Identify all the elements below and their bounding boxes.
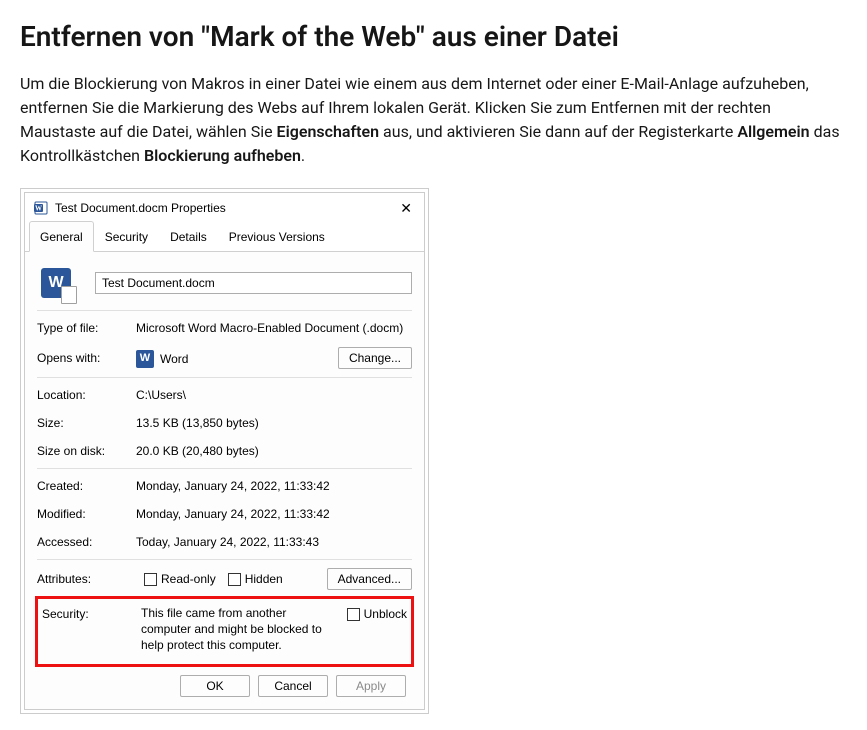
label-created: Created: [37, 477, 132, 495]
tab-body-general: W Type of file: Microsoft Word Macro-Ena… [25, 252, 424, 709]
properties-dialog-screenshot: W Test Document.docm Properties ✕ Genera… [20, 188, 429, 714]
dialog-title: Test Document.docm Properties [55, 199, 396, 217]
advanced-button[interactable]: Advanced... [327, 568, 412, 590]
tab-security[interactable]: Security [94, 221, 159, 252]
word-doc-icon: W [33, 200, 49, 216]
intro-text-b: aus, und aktivieren Sie dann auf der Reg… [379, 122, 737, 141]
value-created: Monday, January 24, 2022, 11:33:42 [136, 477, 412, 495]
properties-dialog: W Test Document.docm Properties ✕ Genera… [24, 192, 425, 710]
intro-text-d: . [301, 146, 305, 165]
value-size: 13.5 KB (13,850 bytes) [136, 414, 412, 432]
label-opens-with: Opens with: [37, 349, 132, 367]
tab-details[interactable]: Details [159, 221, 218, 252]
page-heading: Entfernen von "Mark of the Web" aus eine… [20, 16, 847, 58]
change-button[interactable]: Change... [338, 347, 412, 369]
separator [37, 310, 412, 311]
intro-bold-blockierung: Blockierung aufheben [144, 146, 301, 165]
label-security: Security: [42, 605, 137, 623]
security-highlight-box: Security: This file came from another co… [35, 596, 414, 667]
value-modified: Monday, January 24, 2022, 11:33:42 [136, 505, 412, 523]
checkbox-icon [144, 573, 157, 586]
intro-bold-eigenschaften: Eigenschaften [277, 122, 380, 141]
intro-bold-allgemein: Allgemein [737, 122, 809, 141]
filename-input[interactable] [95, 272, 412, 294]
unblock-checkbox[interactable]: Unblock [347, 605, 407, 623]
opens-with-app-name: Word [160, 350, 188, 368]
close-icon[interactable]: ✕ [396, 201, 416, 215]
readonly-checkbox[interactable]: Read-only [144, 570, 216, 588]
label-modified: Modified: [37, 505, 132, 523]
value-accessed: Today, January 24, 2022, 11:33:43 [136, 533, 412, 551]
tab-previous-versions[interactable]: Previous Versions [218, 221, 336, 252]
value-type-of-file: Microsoft Word Macro-Enabled Document (.… [136, 319, 412, 337]
intro-paragraph: Um die Blockierung von Makros in einer D… [20, 72, 840, 168]
file-type-icon: W [37, 264, 75, 302]
hidden-label: Hidden [245, 570, 283, 588]
separator [37, 377, 412, 378]
unblock-label: Unblock [364, 605, 407, 623]
label-attributes: Attributes: [37, 570, 132, 588]
word-app-icon: W [41, 268, 71, 298]
tab-general[interactable]: General [29, 221, 94, 252]
label-size: Size: [37, 414, 132, 432]
security-message: This file came from another computer and… [141, 605, 343, 654]
hidden-checkbox[interactable]: Hidden [228, 570, 283, 588]
label-location: Location: [37, 386, 132, 404]
tab-strip: General Security Details Previous Versio… [25, 221, 424, 252]
value-location: C:\Users\ [136, 386, 412, 404]
cancel-button[interactable]: Cancel [258, 675, 328, 697]
svg-text:W: W [35, 205, 42, 213]
value-opens-with: W Word [136, 348, 334, 367]
label-size-on-disk: Size on disk: [37, 442, 132, 460]
separator [37, 468, 412, 469]
value-size-on-disk: 20.0 KB (20,480 bytes) [136, 442, 412, 460]
ok-button[interactable]: OK [180, 675, 250, 697]
titlebar: W Test Document.docm Properties ✕ [25, 193, 424, 221]
readonly-label: Read-only [161, 570, 216, 588]
checkbox-icon [347, 608, 360, 621]
checkbox-icon [228, 573, 241, 586]
word-small-icon: W [136, 350, 154, 368]
dialog-button-row: OK Cancel Apply [37, 669, 412, 699]
label-type-of-file: Type of file: [37, 319, 132, 337]
label-accessed: Accessed: [37, 533, 132, 551]
separator [37, 559, 412, 560]
apply-button[interactable]: Apply [336, 675, 406, 697]
